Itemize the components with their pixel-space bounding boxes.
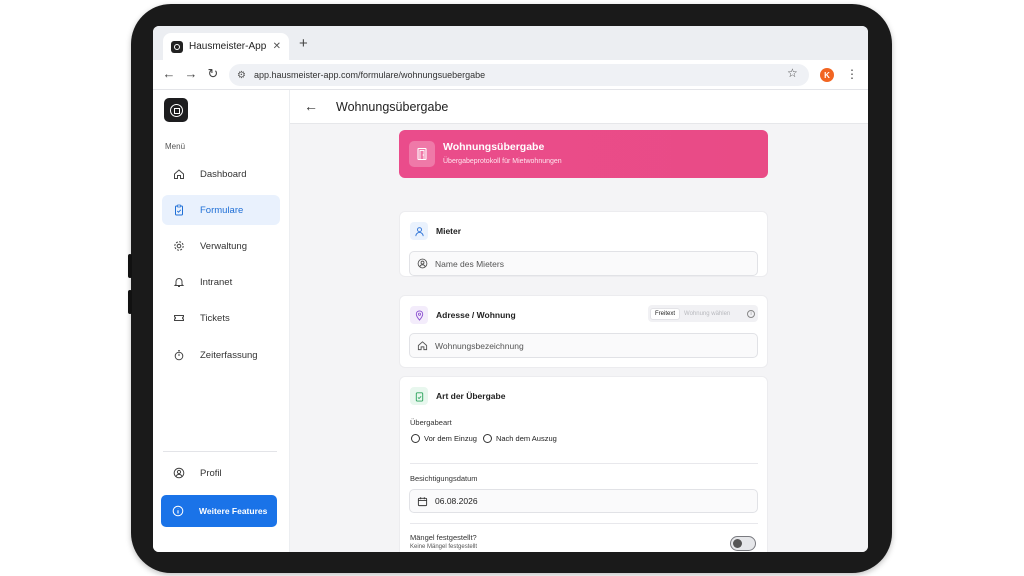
- url-text: app.hausmeister-app.com/formulare/wohnun…: [253, 70, 486, 80]
- tablet-side-button: [128, 290, 132, 314]
- sidebar-item-label: Dashboard: [200, 168, 247, 180]
- page-header: ← Wohnungsübergabe: [290, 90, 868, 124]
- inspection-date-input[interactable]: 06.08.2026: [409, 489, 758, 513]
- clipboard-icon: [172, 203, 186, 217]
- section-divider: [410, 463, 758, 464]
- tab-title: Hausmeister-App: [189, 41, 267, 52]
- home-icon: [172, 167, 186, 181]
- sidebar-item-intranet[interactable]: Intranet: [162, 267, 280, 297]
- info-icon[interactable]: i: [747, 309, 755, 318]
- user-circle-icon: [417, 258, 428, 269]
- browser-tabbar: Hausmeister-App ✕ +: [153, 26, 868, 60]
- tablet-side-button: [128, 254, 132, 278]
- ticket-icon: [172, 311, 186, 325]
- apartment-placeholder: Wohnungsbezeichnung: [435, 340, 524, 351]
- sidebar-item-verwaltung[interactable]: Verwaltung: [162, 231, 280, 261]
- user-icon: [410, 222, 428, 240]
- hero-title: Wohnungsübergabe: [443, 141, 545, 153]
- defects-toggle[interactable]: [730, 536, 756, 551]
- browser-toolbar: ← → ↻ ⚙ app.hausmeister-app.com/formular…: [153, 60, 868, 90]
- stage: Hausmeister-App ✕ + ← → ↻ ⚙ app.hausmeis…: [0, 0, 1024, 576]
- tablet-screen: Hausmeister-App ✕ + ← → ↻ ⚙ app.hausmeis…: [153, 26, 868, 552]
- radio-label: Vor dem Einzug: [424, 434, 477, 443]
- inspection-date-value: 06.08.2026: [435, 496, 478, 506]
- tab-close-icon[interactable]: ✕: [273, 41, 281, 52]
- tenant-card: Mieter Name des Mieters: [399, 211, 768, 277]
- radio-after-move-out[interactable]: [482, 434, 492, 443]
- page-title: Wohnungsübergabe: [336, 100, 449, 114]
- profile-avatar[interactable]: K: [820, 68, 834, 82]
- address-mode-toggle: Freitext Wohnung wählen i: [648, 305, 758, 322]
- inspection-date-label: Besichtigungsdatum: [410, 474, 478, 483]
- calendar-icon: [417, 496, 428, 507]
- defects-label: Mängel festgestellt?: [410, 533, 477, 542]
- new-tab-button[interactable]: +: [299, 35, 308, 52]
- sidebar: Menü Dashboard Formulare Verwaltung Intr…: [153, 90, 290, 552]
- door-icon: [409, 141, 435, 167]
- back-arrow-icon[interactable]: ←: [161, 66, 177, 81]
- sidebar-item-label: Verwaltung: [200, 240, 248, 252]
- back-arrow-icon[interactable]: ←: [304, 98, 318, 114]
- forward-arrow-icon[interactable]: →: [183, 66, 199, 81]
- sidebar-item-label: Formulare: [200, 204, 244, 216]
- address-bar[interactable]: ⚙ app.hausmeister-app.com/formulare/wohn…: [229, 64, 809, 86]
- radio-label: Nach dem Auszug: [495, 434, 557, 443]
- gear-icon: [172, 239, 186, 253]
- section-divider: [410, 523, 758, 524]
- menu-label: Menü: [165, 142, 186, 151]
- apartment-input[interactable]: Wohnungsbezeichnung: [409, 333, 758, 358]
- handover-type-label: Übergabeart: [410, 418, 452, 427]
- handover-card: Art der Übergabe Übergabeart Vor dem Ein…: [399, 376, 768, 552]
- tenant-title: Mieter: [436, 226, 462, 236]
- sidebar-item-label: Profil: [200, 467, 222, 479]
- sidebar-item-label: Tickets: [200, 312, 230, 324]
- form-hero-banner: Wohnungsübergabe Übergabeprotokoll für M…: [399, 130, 768, 178]
- location-pin-icon: [410, 306, 428, 324]
- tenant-name-input[interactable]: Name des Mieters: [409, 251, 758, 276]
- site-settings-icon[interactable]: ⚙: [237, 70, 246, 81]
- mode-select-apartment-button[interactable]: Wohnung wählen: [680, 311, 747, 317]
- handover-type-options: Vor dem Einzug Nach dem Auszug: [411, 434, 563, 443]
- tablet-frame: Hausmeister-App ✕ + ← → ↻ ⚙ app.hausmeis…: [128, 4, 892, 573]
- info-icon: [171, 504, 185, 518]
- hero-subtitle: Übergabeprotokoll für Mietwohnungen: [443, 158, 562, 165]
- radio-before-move-in[interactable]: [411, 434, 420, 443]
- tenant-name-placeholder: Name des Mieters: [435, 258, 504, 269]
- sidebar-item-formulare[interactable]: Formulare: [162, 195, 280, 225]
- address-card: Adresse / Wohnung Freitext Wohnung wähle…: [399, 295, 768, 368]
- clipboard-check-icon: [410, 387, 428, 405]
- sidebar-item-profil[interactable]: Profil: [162, 458, 280, 488]
- handover-title: Art der Übergabe: [436, 391, 506, 401]
- more-features-label: Weitere Features: [199, 506, 268, 516]
- sidebar-divider: [163, 451, 277, 452]
- defects-note: Keine Mängel festgestellt: [410, 544, 478, 550]
- toggle-knob: [733, 539, 742, 548]
- browser-menu-icon[interactable]: ⋮: [846, 67, 858, 81]
- user-circle-icon: [172, 466, 186, 480]
- sidebar-item-zeiterfassung[interactable]: Zeiterfassung: [162, 340, 280, 370]
- home-icon: [417, 340, 428, 351]
- address-title: Adresse / Wohnung: [436, 310, 516, 320]
- stopwatch-icon: [172, 348, 186, 362]
- sidebar-item-tickets[interactable]: Tickets: [162, 303, 280, 333]
- reload-icon[interactable]: ↻: [205, 66, 221, 82]
- app-logo[interactable]: [164, 98, 188, 122]
- bell-icon: [172, 275, 186, 289]
- tab-favicon-icon: [171, 40, 183, 53]
- sidebar-item-dashboard[interactable]: Dashboard: [162, 159, 280, 189]
- more-features-button[interactable]: Weitere Features: [161, 495, 277, 527]
- sidebar-item-label: Intranet: [200, 276, 233, 288]
- browser-tab[interactable]: Hausmeister-App ✕: [163, 33, 289, 60]
- mode-freetext-button[interactable]: Freitext: [650, 307, 681, 320]
- sidebar-item-label: Zeiterfassung: [200, 349, 258, 361]
- main-content: Wohnungsübergabe Übergabeprotokoll für M…: [290, 124, 868, 552]
- bookmark-star-icon[interactable]: ☆: [787, 66, 798, 80]
